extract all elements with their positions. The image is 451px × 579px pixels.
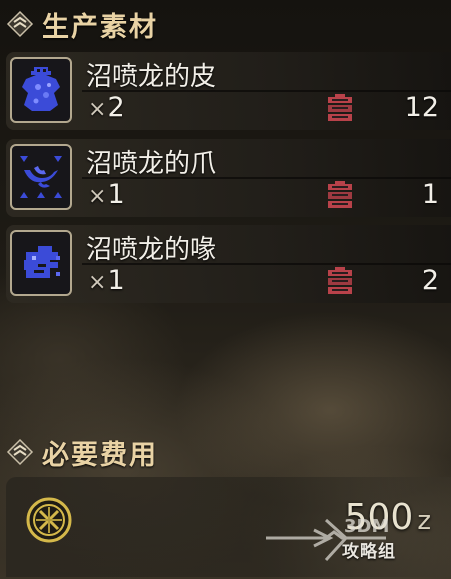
section-diamond-icon xyxy=(6,10,34,38)
material-row[interactable]: 沼喷龙的爪 ×1 1 xyxy=(6,139,451,217)
materials-title: 生产素材 xyxy=(42,11,158,43)
material-name: 沼喷龙的皮 xyxy=(86,62,217,92)
watermark-text: 攻略组 xyxy=(342,542,396,562)
material-icon-frame xyxy=(10,144,72,210)
material-owned-count: 1 xyxy=(421,179,439,210)
material-owned-count: 2 xyxy=(421,265,439,296)
beak-icon xyxy=(16,236,66,290)
fees-header: 必要费用 xyxy=(6,432,158,472)
materials-header: 生产素材 xyxy=(6,4,158,44)
material-name: 沼喷龙的爪 xyxy=(86,149,217,179)
zenny-coin-icon xyxy=(26,497,72,543)
svg-text:3DM: 3DM xyxy=(344,516,389,537)
material-required-qty: ×1 xyxy=(88,179,125,210)
material-owned-count: 12 xyxy=(404,92,439,123)
material-required-qty: ×2 xyxy=(88,92,125,123)
material-name: 沼喷龙的喙 xyxy=(86,235,217,265)
material-row[interactable]: 沼喷龙的喙 ×1 2 xyxy=(6,225,451,303)
item-box-icon xyxy=(328,267,352,294)
material-icon-frame xyxy=(10,230,72,296)
item-box-icon xyxy=(328,181,352,208)
hide-icon xyxy=(16,63,66,117)
claw-icon xyxy=(16,150,66,204)
item-box-icon xyxy=(328,94,352,121)
fees-title: 必要费用 xyxy=(42,439,158,471)
material-required-qty: ×1 xyxy=(88,265,125,296)
section-diamond-icon xyxy=(6,438,34,466)
material-row[interactable]: 沼喷龙的皮 ×2 12 xyxy=(6,52,451,130)
material-icon-frame xyxy=(10,57,72,123)
